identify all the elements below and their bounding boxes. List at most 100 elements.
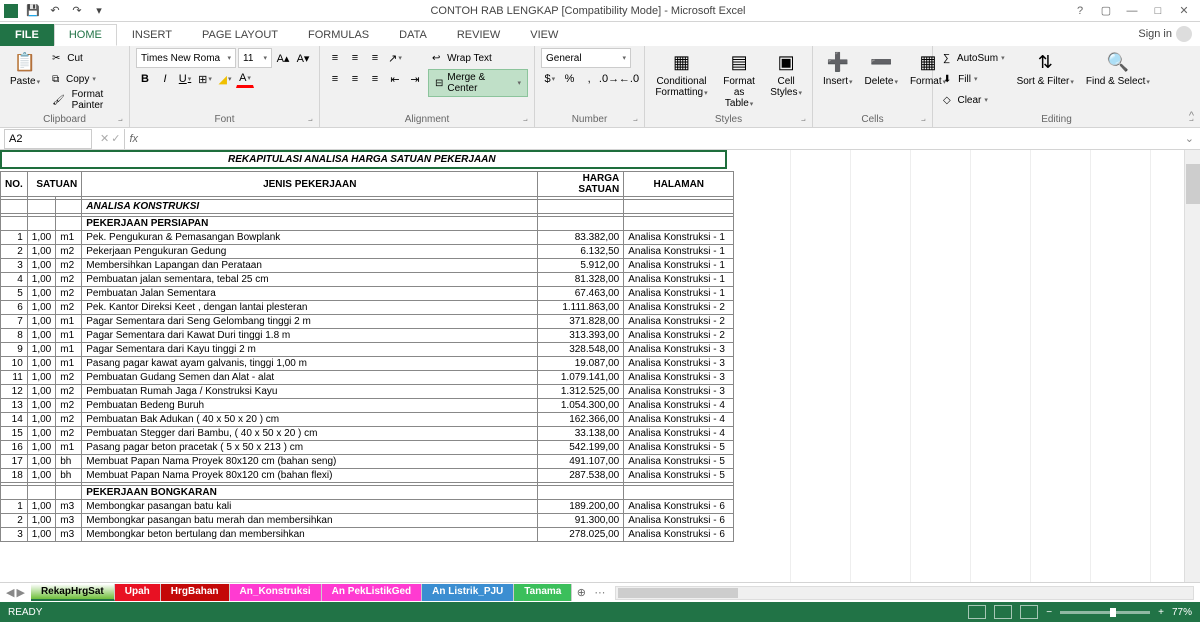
expand-formula-icon[interactable]: ⌄ xyxy=(1179,132,1200,145)
format-painter-button[interactable]: 🖌 Format Painter xyxy=(48,90,123,110)
copy-button[interactable]: ⧉ Copy▾ xyxy=(48,69,123,89)
horizontal-scrollbar[interactable] xyxy=(615,586,1194,600)
accounting-format-icon[interactable]: $▾ xyxy=(541,70,559,88)
add-sheet-icon[interactable]: ⊕ xyxy=(572,586,590,599)
format-as-table-button[interactable]: ▤Format as Table▾ xyxy=(716,48,762,111)
tab-review[interactable]: REVIEW xyxy=(442,24,515,46)
formula-input[interactable] xyxy=(142,129,1179,149)
insert-cells-button[interactable]: ➕Insert▾ xyxy=(819,48,857,89)
border-button[interactable]: ⊞▾ xyxy=(196,70,214,88)
report-title-cell[interactable]: REKAPITULASI ANALISA HARGA SATUAN PEKERJ… xyxy=(0,150,727,169)
tab-view[interactable]: VIEW xyxy=(515,24,573,46)
close-icon[interactable]: ✕ xyxy=(1172,2,1196,20)
sort-filter-button[interactable]: ⇅Sort & Filter▾ xyxy=(1013,48,1078,89)
worksheet-grid[interactable]: REKAPITULASI ANALISA HARGA SATUAN PEKERJ… xyxy=(0,150,1200,582)
zoom-slider[interactable] xyxy=(1060,611,1150,614)
fill-color-button[interactable]: ◢▾ xyxy=(216,70,234,88)
table-row[interactable]: 151,00m2Pembuatan Stegger dari Bambu, ( … xyxy=(1,427,734,441)
sheet-tab[interactable]: An Listrik_PJU xyxy=(422,584,514,601)
col-satuan[interactable]: SATUAN xyxy=(27,172,81,197)
sheet-tab[interactable]: HrgBahan xyxy=(161,584,230,601)
fill-button[interactable]: ⬇ Fill▾ xyxy=(939,69,1009,89)
view-page-break-icon[interactable] xyxy=(1020,605,1038,619)
table-row[interactable]: 161,00m1Pasang pagar beton pracetak ( 5 … xyxy=(1,441,734,455)
table-row[interactable]: PEKERJAAN PERSIAPAN xyxy=(1,217,734,231)
table-row[interactable]: 31,00m3Membongkar beton bertulang dan me… xyxy=(1,528,734,542)
name-box[interactable]: A2 xyxy=(4,129,92,149)
table-row[interactable]: 111,00m2Pembuatan Gudang Semen dan Alat … xyxy=(1,371,734,385)
number-format-combo[interactable]: General▾ xyxy=(541,48,631,68)
help-icon[interactable]: ? xyxy=(1068,2,1092,20)
col-no[interactable]: NO. xyxy=(1,172,28,197)
italic-button[interactable]: I xyxy=(156,70,174,88)
table-row[interactable]: 121,00m2Pembuatan Rumah Jaga / Konstruks… xyxy=(1,385,734,399)
table-row[interactable]: 11,00m1Pek. Pengukuran & Pemasangan Bowp… xyxy=(1,231,734,245)
sign-in[interactable]: Sign in xyxy=(1130,22,1200,46)
minimize-icon[interactable]: — xyxy=(1120,2,1144,20)
table-row[interactable]: PEKERJAAN BONGKARAN xyxy=(1,486,734,500)
delete-cells-button[interactable]: ➖Delete▾ xyxy=(861,48,902,89)
table-row[interactable]: 31,00m2Membersihkan Lapangan dan Perataa… xyxy=(1,259,734,273)
table-row[interactable]: 181,00bhMembuat Papan Nama Proyek 80x120… xyxy=(1,469,734,483)
enter-formula-icon[interactable]: ✓ xyxy=(111,132,120,145)
autosum-button[interactable]: ∑ AutoSum▾ xyxy=(939,48,1009,68)
tab-page-layout[interactable]: PAGE LAYOUT xyxy=(187,24,293,46)
orientation-icon[interactable]: ↗▾ xyxy=(386,49,404,67)
font-color-button[interactable]: A▾ xyxy=(236,70,254,88)
col-jenis[interactable]: JENIS PEKERJAAN xyxy=(82,172,538,197)
indent-increase-icon[interactable]: ⇥ xyxy=(406,70,424,88)
view-normal-icon[interactable] xyxy=(968,605,986,619)
maximize-icon[interactable]: □ xyxy=(1146,2,1170,20)
table-row[interactable]: 81,00m1Pagar Sementara dari Kawat Duri t… xyxy=(1,329,734,343)
col-harga[interactable]: HARGA SATUAN xyxy=(538,172,624,197)
data-table[interactable]: NO. SATUAN JENIS PEKERJAAN HARGA SATUAN … xyxy=(0,171,734,542)
table-row[interactable]: 21,00m2Pekerjaan Pengukuran Gedung6.132,… xyxy=(1,245,734,259)
ribbon-options-icon[interactable]: ▢ xyxy=(1094,2,1118,20)
zoom-level[interactable]: 77% xyxy=(1172,607,1192,618)
indent-decrease-icon[interactable]: ⇤ xyxy=(386,70,404,88)
sheet-nav-prev-icon[interactable]: ◀ xyxy=(6,586,14,599)
vertical-scrollbar[interactable] xyxy=(1184,150,1200,582)
table-row[interactable]: 141,00m2Pembuatan Bak Adukan ( 40 x 50 x… xyxy=(1,413,734,427)
table-row[interactable]: 21,00m3Membongkar pasangan batu merah da… xyxy=(1,514,734,528)
paste-button[interactable]: 📋 Paste▾ xyxy=(6,48,44,89)
table-row[interactable]: 71,00m1Pagar Sementara dari Seng Gelomba… xyxy=(1,315,734,329)
font-size-combo[interactable]: 11▾ xyxy=(238,48,272,68)
sheet-tab[interactable]: An PekListikGed xyxy=(322,584,422,601)
tab-insert[interactable]: INSERT xyxy=(117,24,187,46)
align-center-icon[interactable]: ≡ xyxy=(346,70,364,88)
view-page-layout-icon[interactable] xyxy=(994,605,1012,619)
qat-save-icon[interactable]: 💾 xyxy=(24,2,42,20)
align-right-icon[interactable]: ≡ xyxy=(366,70,384,88)
bold-button[interactable]: B xyxy=(136,70,154,88)
align-middle-icon[interactable]: ≡ xyxy=(346,49,364,67)
zoom-out-icon[interactable]: − xyxy=(1046,607,1052,618)
tab-file[interactable]: FILE xyxy=(0,24,54,46)
table-row[interactable]: 171,00bhMembuat Papan Nama Proyek 80x120… xyxy=(1,455,734,469)
cancel-formula-icon[interactable]: ✕ xyxy=(100,132,109,145)
sheet-tab[interactable]: An_Konstruksi xyxy=(230,584,322,601)
table-row[interactable]: 11,00m3Membongkar pasangan batu kali189.… xyxy=(1,500,734,514)
increase-decimal-icon[interactable]: .0→ xyxy=(600,70,618,88)
qat-undo-icon[interactable]: ↶ xyxy=(46,2,64,20)
table-row[interactable]: 101,00m1Pasang pagar kawat ayam galvanis… xyxy=(1,357,734,371)
cut-button[interactable]: ✂ Cut xyxy=(48,48,123,68)
underline-button[interactable]: U▾ xyxy=(176,70,194,88)
tab-formulas[interactable]: FORMULAS xyxy=(293,24,384,46)
cell-styles-button[interactable]: ▣Cell Styles▾ xyxy=(766,48,806,100)
decrease-font-icon[interactable]: A▾ xyxy=(294,49,312,67)
tab-data[interactable]: DATA xyxy=(384,24,442,46)
tab-home[interactable]: HOME xyxy=(54,24,117,46)
sheet-tab[interactable]: Tanama xyxy=(514,584,572,601)
ribbon-collapse-icon[interactable]: ^ xyxy=(1189,110,1194,122)
align-left-icon[interactable]: ≡ xyxy=(326,70,344,88)
col-halaman[interactable]: HALAMAN xyxy=(624,172,734,197)
fx-icon[interactable]: fx xyxy=(125,133,142,145)
percent-format-icon[interactable]: % xyxy=(561,70,579,88)
align-top-icon[interactable]: ≡ xyxy=(326,49,344,67)
table-row[interactable]: 41,00m2Pembuatan jalan sementara, tebal … xyxy=(1,273,734,287)
conditional-formatting-button[interactable]: ▦Conditional Formatting▾ xyxy=(651,48,712,100)
table-row[interactable]: 91,00m1Pagar Sementara dari Kayu tinggi … xyxy=(1,343,734,357)
clear-button[interactable]: ◇ Clear▾ xyxy=(939,90,1009,110)
zoom-in-icon[interactable]: + xyxy=(1158,607,1164,618)
